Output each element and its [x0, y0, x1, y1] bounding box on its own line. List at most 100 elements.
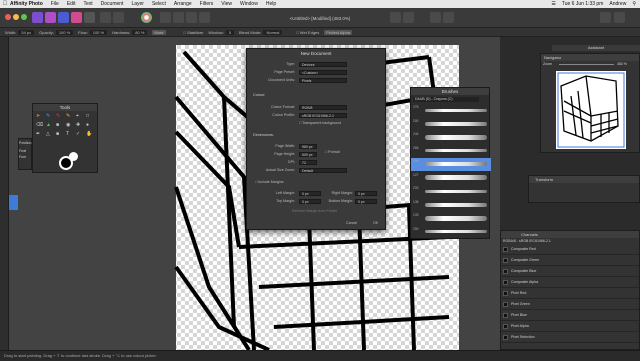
- arrange-icon[interactable]: [430, 12, 441, 23]
- menu-file[interactable]: File: [51, 1, 59, 7]
- menu-help[interactable]: Help: [266, 1, 276, 7]
- channel-item[interactable]: Composite Alpha: [501, 277, 639, 288]
- more-button[interactable]: More: [152, 29, 166, 35]
- toggle-panels-icon[interactable]: [614, 12, 625, 23]
- brush-category-select[interactable]: DAUB (D) - Crayons (C): [413, 97, 479, 102]
- view-tool-icon[interactable]: [100, 12, 111, 23]
- develop-persona-icon[interactable]: [58, 12, 69, 23]
- brush-preset[interactable]: 200: [411, 226, 491, 239]
- channel-item[interactable]: Composite Green: [501, 255, 639, 266]
- brush-preset[interactable]: 266: [411, 145, 491, 158]
- pixel-tool-icon[interactable]: ✎: [56, 113, 66, 122]
- healing-tool-icon[interactable]: ✚: [76, 122, 86, 131]
- wifi-icon[interactable]: ☰: [551, 1, 555, 7]
- shape-tool-icon[interactable]: ■: [56, 131, 66, 140]
- portrait-checkbox[interactable]: □: [325, 150, 327, 154]
- quick-mask-icon[interactable]: [390, 12, 401, 23]
- window-field[interactable]: 5: [225, 29, 234, 35]
- clock[interactable]: Tue 6 Jun 1:33 pm: [562, 1, 604, 7]
- brush-preset[interactable]: 136: [411, 199, 491, 212]
- clone-tool-icon[interactable]: ◉: [66, 122, 76, 131]
- move-tool-icon[interactable]: ➤: [36, 113, 46, 122]
- minimize-window-button[interactable]: [13, 14, 19, 20]
- brush-tool-icon[interactable]: ✎: [46, 113, 56, 122]
- navigator-preview[interactable]: [556, 71, 626, 149]
- zoom-slider[interactable]: [559, 64, 614, 65]
- tone-mapping-persona-icon[interactable]: [71, 12, 82, 23]
- menu-filters[interactable]: Filters: [200, 1, 214, 7]
- crop-tool-icon[interactable]: ⌖: [76, 113, 86, 122]
- page-width-field[interactable]: 960 px: [299, 144, 317, 149]
- colour-picker-icon[interactable]: ✓: [76, 131, 86, 140]
- liquify-persona-icon[interactable]: [45, 12, 56, 23]
- background-colour-swatch[interactable]: [69, 152, 78, 161]
- auto-colours-icon[interactable]: [186, 12, 197, 23]
- menu-text[interactable]: Text: [83, 1, 92, 7]
- protect-alpha-button[interactable]: Protect Alpha: [324, 29, 353, 35]
- app-menu[interactable]: Affinity Photo: [10, 1, 43, 7]
- assistant-icon[interactable]: [600, 12, 611, 23]
- pen-tool-icon[interactable]: ✒: [36, 131, 46, 140]
- colour-wheel-icon[interactable]: [141, 12, 152, 23]
- dpi-field[interactable]: 72: [299, 160, 317, 165]
- fill-tool-icon[interactable]: ▲: [46, 122, 56, 131]
- menu-select[interactable]: Select: [152, 1, 166, 7]
- right-margin-field[interactable]: 0 px: [355, 191, 377, 196]
- photo-persona-icon[interactable]: [32, 12, 43, 23]
- blend-mode-select[interactable]: Normal: [263, 29, 283, 35]
- units-select[interactable]: Pixels: [299, 78, 347, 83]
- gradient-tool-icon[interactable]: ■: [56, 122, 66, 131]
- width-field[interactable]: 54 px: [18, 29, 35, 35]
- selection-brush-icon[interactable]: ✎: [66, 113, 76, 122]
- flow-field[interactable]: 100 %: [89, 29, 108, 35]
- colour-format-select[interactable]: RGB/8: [299, 105, 347, 110]
- channel-item[interactable]: Composite Red: [501, 244, 639, 255]
- type-select[interactable]: Devices: [299, 62, 347, 67]
- auto-white-balance-icon[interactable]: [199, 12, 210, 23]
- preset-select[interactable]: <Custom>: [299, 70, 347, 75]
- wet-edges-checkbox[interactable]: □: [296, 30, 298, 35]
- brush-preset[interactable]: 127: [411, 172, 491, 185]
- assistant-tab[interactable]: Assistant: [552, 45, 640, 51]
- page-height-field[interactable]: 600 px: [299, 152, 317, 157]
- brush-preset[interactable]: 233: [411, 185, 491, 198]
- selection-tool-icon[interactable]: [113, 12, 124, 23]
- stabiliser-checkbox[interactable]: □: [184, 30, 186, 35]
- menu-window[interactable]: Window: [240, 1, 258, 7]
- menu-layer[interactable]: Layer: [131, 1, 144, 7]
- user-name[interactable]: Andrew: [609, 1, 626, 7]
- eraser-tool-icon[interactable]: ⌫: [36, 122, 46, 131]
- snapping-icon[interactable]: [443, 12, 454, 23]
- hardness-field[interactable]: 80 %: [132, 29, 148, 35]
- zoom-window-button[interactable]: [21, 14, 27, 20]
- menu-view[interactable]: View: [221, 1, 232, 7]
- menu-arrange[interactable]: Arrange: [174, 1, 192, 7]
- channel-item[interactable]: Pixel Alpha: [501, 321, 639, 332]
- include-margins-checkbox[interactable]: □: [255, 180, 257, 184]
- channel-item[interactable]: Pixel Blue: [501, 310, 639, 321]
- brush-preset[interactable]: 106: [411, 158, 491, 171]
- close-window-button[interactable]: [5, 14, 11, 20]
- export-persona-icon[interactable]: [84, 12, 95, 23]
- apple-icon[interactable]: : [0, 1, 10, 7]
- brush-preset[interactable]: 133: [411, 212, 491, 225]
- brush-preset[interactable]: 276: [411, 104, 491, 117]
- bottom-margin-field[interactable]: 0 px: [355, 199, 377, 204]
- retrieve-margins-button[interactable]: Retrieve Margin from Printer: [292, 209, 337, 213]
- brush-preset[interactable]: 200: [411, 118, 491, 131]
- cancel-button[interactable]: Cancel: [346, 221, 357, 225]
- brush-preset[interactable]: 244: [411, 131, 491, 144]
- zoom-value[interactable]: 483 %: [617, 62, 627, 66]
- actual-zoom-select[interactable]: Default: [299, 168, 347, 173]
- colour-profile-select[interactable]: sRGB IEC61966-2.1: [299, 113, 347, 118]
- search-icon[interactable]: ⚲: [632, 1, 636, 7]
- channel-item[interactable]: Composite Blue: [501, 266, 639, 277]
- dodge-tool-icon[interactable]: ●: [86, 122, 96, 131]
- hand-tool-icon[interactable]: ✋: [86, 131, 96, 140]
- channel-item[interactable]: Pixel Selection: [501, 332, 639, 343]
- auto-contrast-icon[interactable]: [173, 12, 184, 23]
- transparent-bg-checkbox[interactable]: □: [299, 121, 301, 125]
- opacity-field[interactable]: 100 %: [55, 29, 74, 35]
- node-tool-icon[interactable]: △: [46, 131, 56, 140]
- refine-selection-icon[interactable]: [403, 12, 414, 23]
